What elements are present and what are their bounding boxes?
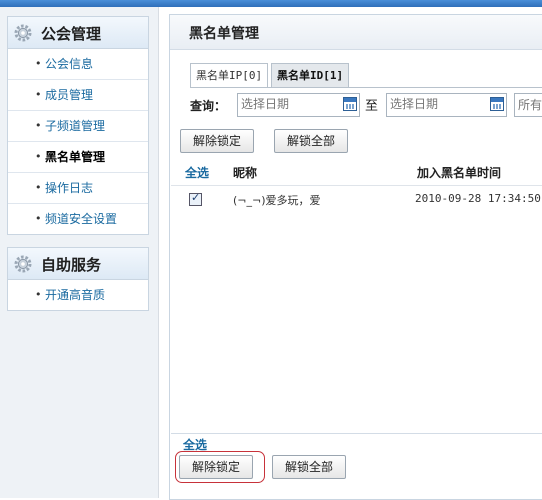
bullet: •: [35, 181, 42, 194]
sidebar-item-operation-log[interactable]: • 操作日志: [8, 173, 148, 204]
table-header: 全选 昵称 加入黑名单时间: [171, 159, 542, 186]
to-label: 至: [365, 99, 379, 114]
footer-unlock-button[interactable]: 解除锁定: [179, 455, 254, 479]
sidebar-item-label: 成员管理: [45, 88, 94, 102]
tab-blacklist-id[interactable]: 黑名单ID[1]: [271, 63, 350, 88]
gear-icon: [14, 255, 32, 273]
page-title: 黑名单管理: [189, 26, 259, 42]
sidebar-item-label: 黑名单管理: [45, 150, 106, 164]
footer-divider: [171, 433, 542, 434]
sidebar-item-label: 开通高音质: [45, 288, 106, 302]
select-all-link[interactable]: 全选: [185, 164, 209, 181]
end-date-field[interactable]: [386, 93, 507, 117]
calendar-icon[interactable]: [343, 97, 357, 111]
blacklist-main-panel: 黑名单管理 黑名单IP[0] 黑名单ID[1] 查询： 至 所有 解除锁定 解锁…: [169, 14, 542, 500]
sidebar-item-label: 公会信息: [45, 57, 94, 71]
sidebar-item-label: 子频道管理: [45, 119, 106, 133]
self-service-title: 自助服务: [41, 256, 102, 274]
row-checkbox[interactable]: [189, 191, 202, 206]
sidebar-item-channel-security[interactable]: • 频道安全设置: [8, 204, 148, 234]
sidebar-item-blacklist[interactable]: • 黑名单管理: [8, 142, 148, 173]
time-cell: 2010-09-28 17:34:50: [415, 192, 541, 205]
gear-icon: [14, 24, 32, 42]
footer-unlock-all-button[interactable]: 解锁全部: [272, 455, 347, 479]
start-date-field[interactable]: [237, 93, 360, 117]
self-service-panel: 自助服务 • 开通高音质: [7, 247, 149, 311]
sidebar-item-sub-channels[interactable]: • 子频道管理: [8, 111, 148, 142]
main-header: 黑名单管理: [170, 15, 542, 50]
bullet: •: [35, 212, 42, 225]
sidebar-item-guild-info[interactable]: • 公会信息: [8, 49, 148, 80]
sidebar-item-label: 操作日志: [45, 181, 94, 195]
bullet: •: [35, 119, 42, 132]
self-service-header: 自助服务: [8, 248, 148, 280]
table-row: (¬_¬)爱多玩，爱 2010-09-28 17:34:50: [171, 187, 542, 213]
bullet: •: [35, 288, 42, 301]
type-select[interactable]: 所有: [514, 93, 542, 117]
query-label: 查询：: [190, 99, 227, 113]
unlock-button[interactable]: 解除锁定: [180, 129, 255, 153]
tab-blacklist-ip[interactable]: 黑名单IP[0]: [190, 63, 269, 88]
tab-divider: [190, 87, 542, 88]
time-header: 加入黑名单时间: [417, 166, 502, 180]
bullet: •: [35, 57, 42, 70]
unlock-all-button[interactable]: 解锁全部: [274, 129, 349, 153]
top-bar: [0, 0, 542, 7]
guild-management-panel: 公会管理 • 公会信息 • 成员管理 • 子频道管理 • 黑名单管理 • 操作日…: [7, 16, 149, 235]
guild-management-title: 公会管理: [41, 25, 102, 43]
sidebar-item-high-quality-audio[interactable]: • 开通高音质: [8, 280, 148, 310]
sidebar-item-members[interactable]: • 成员管理: [8, 80, 148, 111]
end-date-input[interactable]: [390, 96, 480, 112]
guild-management-header: 公会管理: [8, 17, 148, 49]
bullet: •: [35, 88, 42, 101]
start-date-input[interactable]: [241, 96, 331, 112]
calendar-icon[interactable]: [490, 97, 504, 111]
nickname-header: 昵称: [233, 166, 258, 180]
sidebar-item-label: 频道安全设置: [45, 212, 118, 226]
nickname-cell: (¬_¬)爱多玩，爱: [233, 194, 321, 207]
bullet: •: [35, 150, 42, 163]
